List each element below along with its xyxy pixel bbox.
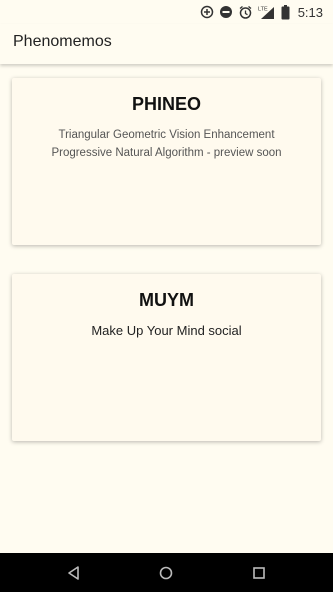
card-description: Triangular Geometric Vision Enhancement … xyxy=(12,126,321,162)
data-saver-icon xyxy=(200,5,214,19)
muym-card[interactable]: MUYM Make Up Your Mind social xyxy=(12,274,321,441)
home-icon[interactable] xyxy=(157,564,175,582)
status-bar: LTE 5:13 xyxy=(0,0,333,24)
card-description-line: Triangular Geometric Vision Enhancement xyxy=(58,129,275,141)
alarm-icon xyxy=(238,5,253,20)
card-title: PHINEO xyxy=(131,94,201,114)
page-title: Phenomemos xyxy=(13,33,112,50)
phineo-card[interactable]: PHINEO Triangular Geometric Vision Enhan… xyxy=(12,78,321,245)
status-icons: LTE 5:13 xyxy=(200,3,323,21)
recents-icon[interactable] xyxy=(250,564,268,582)
do-not-disturb-icon xyxy=(219,5,233,19)
back-icon[interactable] xyxy=(65,564,83,582)
status-time: 5:13 xyxy=(297,4,323,20)
navigation-bar xyxy=(0,553,333,592)
card-description-line: Progressive Natural Algorithm - preview … xyxy=(51,147,282,159)
lte-signal-icon: LTE xyxy=(258,5,276,20)
card-title: MUYM xyxy=(139,290,194,310)
lte-label: LTE xyxy=(258,6,268,12)
battery-icon xyxy=(281,4,290,20)
card-description: Make Up Your Mind social xyxy=(91,323,242,338)
app-bar: Phenomemos xyxy=(0,24,333,64)
